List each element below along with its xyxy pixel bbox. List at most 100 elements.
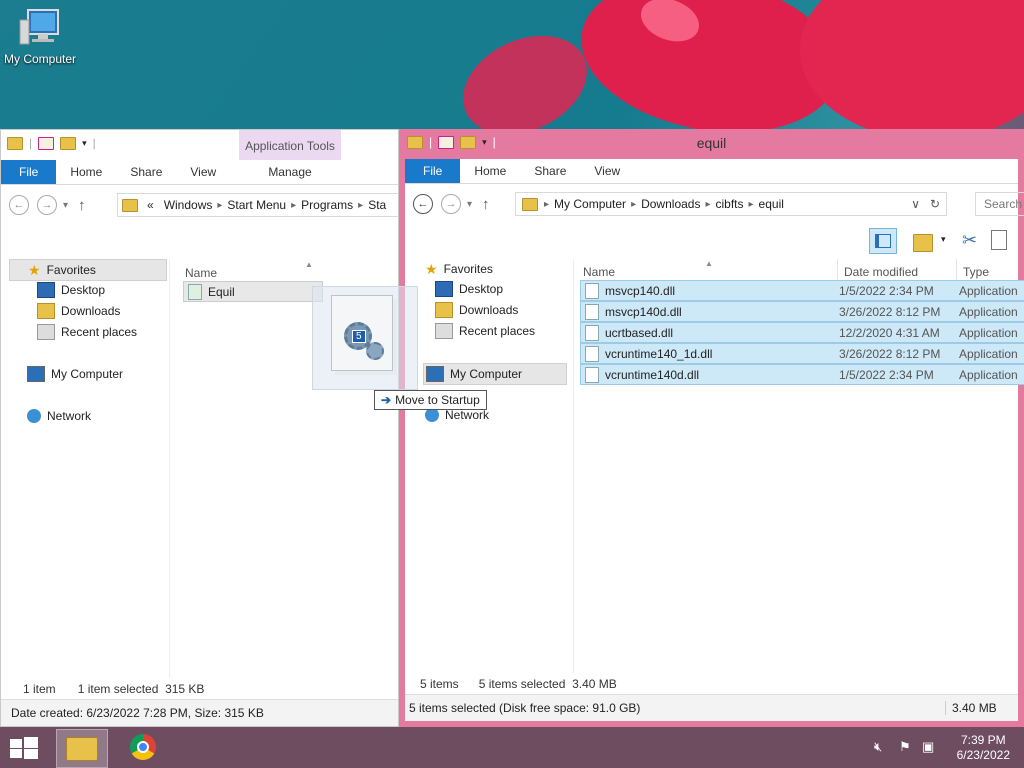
nav-downloads[interactable]: Downloads: [37, 301, 120, 321]
breadcrumb-my-computer[interactable]: My Computer: [549, 197, 631, 211]
up-arrow-icon[interactable]: ↑: [78, 197, 86, 214]
title-bar[interactable]: | ▾ | Application Tools: [1, 130, 398, 160]
breadcrumb-cibfts[interactable]: cibfts: [711, 197, 749, 211]
file-date: 12/2/2020 4:31 AM: [839, 325, 940, 340]
folder-icon: [522, 197, 538, 211]
chevron-down-icon[interactable]: ▾: [941, 234, 946, 245]
column-divider[interactable]: [837, 259, 838, 281]
desktop-icon-label: My Computer: [3, 52, 77, 66]
file-name: vcruntime140d.dll: [605, 367, 700, 382]
clock-time: 7:39 PM: [960, 733, 1006, 747]
taskbar: 🔇︎ ⚑ ▣ 7:39 PM 6/23/2022: [0, 727, 1024, 768]
clock[interactable]: 7:39 PM 6/23/2022: [957, 733, 1010, 763]
cut-icon[interactable]: ✂: [962, 230, 977, 251]
item-count: 1 item: [23, 682, 56, 696]
column-header-name[interactable]: Name: [185, 266, 217, 280]
file-row[interactable]: vcruntime140_1d.dll 3/26/2022 8:12 PM Ap…: [580, 343, 1024, 364]
tab-file[interactable]: File: [405, 159, 461, 183]
nav-label: Network: [445, 408, 490, 422]
address-bar[interactable]: « Windows ▸ Start Menu ▸ Programs ▸ Sta: [117, 193, 409, 217]
nav-label: Favorites: [46, 263, 96, 277]
dll-file-icon: [585, 366, 599, 383]
pane-layout-icon: [875, 234, 891, 248]
file-row[interactable]: Equil: [183, 281, 323, 302]
desktop-icon: [435, 281, 453, 297]
nav-favorites[interactable]: ★ Favorites: [425, 259, 493, 279]
tab-share[interactable]: Share: [520, 159, 580, 183]
breadcrumb-downloads[interactable]: Downloads: [636, 197, 705, 211]
recent-locations-chevron-icon[interactable]: ▾: [467, 199, 472, 210]
breadcrumb-programs[interactable]: Programs: [296, 198, 358, 212]
nav-desktop[interactable]: Desktop: [435, 279, 503, 299]
breadcrumb-overflow[interactable]: «: [142, 198, 159, 212]
properties-folder-icon[interactable]: [913, 234, 933, 252]
search-box[interactable]: Search: [975, 192, 1024, 216]
explorer-window-startup[interactable]: | ▾ | Application Tools File Home Share …: [0, 129, 409, 727]
desktop-icon-my-computer[interactable]: My Computer: [2, 8, 78, 66]
tab-share[interactable]: Share: [116, 160, 176, 184]
nav-desktop[interactable]: Desktop: [37, 280, 105, 300]
star-icon: ★: [28, 261, 41, 278]
nav-network[interactable]: Network: [27, 406, 91, 426]
properties-icon[interactable]: [38, 136, 55, 150]
network-status-icon[interactable]: ▣: [922, 739, 934, 755]
chevron-down-icon[interactable]: ▾: [82, 138, 87, 149]
column-header-date[interactable]: Date modified: [844, 265, 918, 279]
network-icon: [27, 409, 41, 423]
title-bar[interactable]: | ▾ | equil: [405, 129, 1018, 159]
taskbar-chrome[interactable]: [118, 729, 168, 766]
breadcrumb-equil[interactable]: equil: [754, 197, 789, 211]
application-tools-context-tab: Application Tools: [239, 130, 341, 160]
nav-recent-places[interactable]: Recent places: [37, 322, 137, 342]
file-date: 3/26/2022 8:12 PM: [839, 304, 941, 319]
explorer-window-equil[interactable]: | ▾ | equil File Home Share View ← → ▾ ↑…: [399, 129, 1024, 727]
nav-my-computer[interactable]: My Computer: [423, 363, 567, 385]
column-header-type[interactable]: Type: [963, 265, 989, 279]
start-button[interactable]: [10, 737, 38, 759]
taskbar-file-explorer[interactable]: [56, 729, 108, 768]
file-row[interactable]: msvcp140d.dll 3/26/2022 8:12 PM Applicat…: [580, 301, 1024, 322]
refresh-icon[interactable]: ↻: [930, 197, 940, 211]
address-bar[interactable]: ▸ My Computer ▸ Downloads ▸ cibfts ▸ equ…: [515, 192, 947, 216]
action-center-flag-icon[interactable]: ⚑: [899, 739, 911, 755]
tab-view[interactable]: View: [176, 160, 230, 184]
address-dropdown-icon[interactable]: ∨: [911, 197, 920, 211]
breadcrumb-startup[interactable]: Sta: [363, 198, 391, 212]
tooltip-text: Move to Startup: [395, 393, 480, 407]
column-header-name[interactable]: Name: [583, 265, 615, 279]
computer-icon: [426, 366, 444, 382]
forward-button[interactable]: →: [37, 195, 57, 215]
tab-file[interactable]: File: [1, 160, 57, 184]
back-button[interactable]: ←: [9, 195, 29, 215]
tab-home[interactable]: Home: [460, 159, 520, 183]
column-divider[interactable]: [956, 259, 957, 281]
address-row: ← → ▾ ↑ « Windows ▸ Start Menu ▸ Program…: [1, 185, 409, 225]
volume-muted-icon[interactable]: 🔇︎: [874, 739, 882, 755]
new-folder-icon[interactable]: [60, 136, 77, 150]
star-icon: ★: [425, 260, 438, 277]
file-date: 3/26/2022 8:12 PM: [839, 346, 941, 361]
up-arrow-icon[interactable]: ↑: [482, 196, 490, 213]
copy-icon[interactable]: [991, 230, 1007, 250]
dll-file-icon: [585, 324, 599, 341]
breadcrumb-windows[interactable]: Windows: [159, 198, 218, 212]
gear-icon: [366, 342, 384, 360]
file-row[interactable]: ucrtbased.dll 12/2/2020 4:31 AM Applicat…: [580, 322, 1024, 343]
nav-recent-places[interactable]: Recent places: [435, 321, 535, 341]
nav-label: My Computer: [51, 367, 124, 381]
tab-view[interactable]: View: [580, 159, 634, 183]
preview-pane-button[interactable]: [869, 228, 897, 254]
tab-home[interactable]: Home: [56, 160, 116, 184]
forward-button[interactable]: →: [441, 194, 461, 214]
nav-favorites[interactable]: ★ Favorites: [9, 259, 167, 281]
file-row[interactable]: msvcp140.dll 1/5/2022 2:34 PM Applicatio…: [580, 280, 1024, 301]
back-button[interactable]: ←: [413, 194, 433, 214]
recent-places-icon: [435, 323, 453, 339]
recent-locations-chevron-icon[interactable]: ▾: [63, 200, 68, 211]
breadcrumb-start-menu[interactable]: Start Menu: [222, 198, 291, 212]
nav-downloads[interactable]: Downloads: [435, 300, 518, 320]
ribbon-tabs: File Home Share View Manage: [1, 160, 398, 185]
nav-my-computer[interactable]: My Computer: [27, 364, 123, 384]
file-row[interactable]: vcruntime140d.dll 1/5/2022 2:34 PM Appli…: [580, 364, 1024, 385]
tab-manage[interactable]: Manage: [239, 160, 341, 184]
